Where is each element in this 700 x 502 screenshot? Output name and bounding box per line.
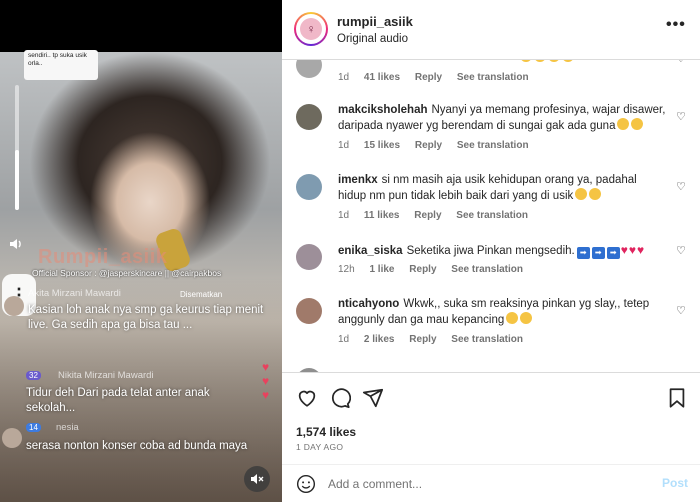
emoji-icon	[575, 188, 588, 200]
muted-speaker-icon[interactable]	[244, 466, 270, 492]
post-actions: 1,574 likes 1 DAY AGO Post	[282, 372, 700, 502]
gift-badge: 14	[26, 423, 41, 432]
reply-button[interactable]: Reply	[415, 72, 442, 83]
red-heart-emoji-icon: ♥	[636, 243, 645, 257]
gift-badge: 32	[26, 371, 41, 380]
comment-avatar[interactable]	[296, 298, 322, 324]
like-comment-heart-icon[interactable]: ♡	[676, 60, 686, 65]
avatar[interactable]: ♀	[294, 12, 328, 46]
comment-likes[interactable]: 2 likes	[364, 334, 395, 345]
comment-meta: 1d 2 likes Reply See translation	[338, 334, 535, 345]
video-caption-box: sendiri.. tp suka usik orla..	[24, 50, 98, 80]
comment-time: 1d	[338, 72, 350, 83]
emoji-picker-icon[interactable]	[296, 474, 316, 494]
comment-input[interactable]	[328, 474, 648, 494]
comment-text: imenkx si nm masih aja usik kehidupan ora…	[338, 172, 668, 204]
heart-icon[interactable]	[296, 387, 320, 411]
comments-list[interactable]: 1d 41 likes Reply See translation ♡ makc…	[282, 60, 700, 372]
red-heart-emoji-icon: ♥	[628, 243, 636, 257]
audio-label[interactable]: Original audio	[337, 33, 408, 45]
avatar-image: ♀	[300, 18, 322, 40]
comment-text: makciksholehah Nyanyi ya memang profesiny…	[338, 102, 668, 134]
like-comment-heart-icon[interactable]: ♡	[676, 110, 686, 123]
likes-count[interactable]: 1,574 likes	[296, 425, 356, 439]
arrow-emoji-icon: ➡	[576, 247, 590, 259]
video-pane[interactable]: sendiri.. tp suka usik orla.. ⋮ Rumpii_a…	[0, 0, 282, 502]
comment-likes[interactable]: 41 likes	[364, 72, 400, 83]
red-heart-emoji-icon: ♥	[620, 243, 628, 257]
comment-likes[interactable]: 11 likes	[364, 210, 400, 221]
reply-button[interactable]: Reply	[409, 334, 436, 345]
comment-avatar[interactable]	[296, 104, 322, 130]
see-translation-link[interactable]: See translation	[457, 140, 529, 151]
comment-icon[interactable]	[329, 387, 353, 411]
comment-content: Seketika jiwa Pinkan mengsedih.	[406, 245, 575, 257]
arrow-emoji-icon: ➡	[606, 247, 620, 259]
chat-avatar	[4, 296, 24, 316]
chat-message: Kasian loh anak nya smp ga keurus tiap m…	[28, 304, 264, 331]
floating-hearts: ♥ ♥ ♥	[262, 360, 270, 402]
comment-meta: 1d 11 likes Reply See translation	[338, 210, 540, 221]
volume-slider-fill[interactable]	[15, 150, 19, 210]
reply-button[interactable]: Reply	[409, 264, 436, 275]
comment-time: 1d	[338, 334, 350, 345]
comment-text: nticahyono Wkwk,, suka sm reaksinya pinka…	[338, 296, 668, 328]
comment-avatar[interactable]	[296, 174, 322, 200]
bookmark-icon[interactable]	[666, 387, 690, 411]
comment-time: 12h	[338, 264, 355, 275]
reply-button[interactable]: Reply	[415, 140, 442, 151]
see-translation-link[interactable]: See translation	[451, 264, 523, 275]
post-username[interactable]: rumpii_asiik	[337, 14, 413, 29]
emoji-icon	[506, 312, 519, 324]
pinned-label: Disematkan	[180, 290, 223, 299]
post-date: 1 DAY AGO	[296, 442, 344, 452]
comment-likes[interactable]: 1 like	[369, 264, 394, 275]
emoji-icon	[589, 188, 602, 200]
emoji-icon	[617, 118, 630, 130]
comment-time: 1d	[338, 140, 350, 151]
see-translation-link[interactable]: See translation	[457, 72, 529, 83]
comment-meta: 12h 1 like Reply See translation	[338, 264, 535, 275]
like-comment-heart-icon[interactable]: ♡	[676, 180, 686, 193]
chat-message: serasa nonton konser coba ad bunda maya	[26, 440, 248, 452]
post-panel: ♀ rumpii_asiik Original audio ••• 1d 41 …	[282, 0, 700, 502]
comment-avatar[interactable]	[296, 244, 322, 270]
post-button[interactable]: Post	[662, 476, 688, 490]
emoji-icon	[520, 312, 533, 324]
comment-meta: 1d 41 likes Reply See translation	[338, 72, 541, 83]
chat-username: nesia	[56, 422, 79, 433]
video-sponsor-text: Official Sponsor : @jasperskincare || @c…	[32, 268, 222, 278]
post-header: ♀ rumpii_asiik Original audio •••	[282, 0, 700, 60]
comment-time: 1d	[338, 210, 350, 221]
chat-message: Tidur deh Dari pada telat anter anak sek…	[26, 387, 210, 414]
more-horizontal-icon[interactable]: •••	[666, 16, 686, 34]
chat-avatar	[2, 428, 22, 448]
see-translation-link[interactable]: See translation	[451, 334, 523, 345]
chat-username: Akita Mirzani Mawardi	[28, 288, 121, 299]
chat-username: Nikita Mirzani Mawardi	[58, 370, 154, 381]
add-comment-bar: Post	[282, 464, 700, 502]
comment-username[interactable]: makciksholehah	[338, 104, 427, 116]
comment-likes[interactable]: 15 likes	[364, 140, 400, 151]
comment-username[interactable]: enika_siska	[338, 245, 403, 257]
video-watermark: Rumpii_asiik	[38, 246, 168, 268]
comment-text	[338, 60, 668, 66]
emoji-icon	[631, 118, 644, 130]
comment-username[interactable]: nticahyono	[338, 298, 399, 310]
like-comment-heart-icon[interactable]: ♡	[676, 244, 686, 257]
arrow-emoji-icon: ➡	[591, 247, 605, 259]
speaker-icon[interactable]	[8, 236, 28, 254]
share-icon[interactable]	[362, 387, 386, 411]
comment-meta: 1d 15 likes Reply See translation	[338, 140, 541, 151]
see-translation-link[interactable]: See translation	[456, 210, 528, 221]
reply-button[interactable]: Reply	[414, 210, 441, 221]
comment-username[interactable]: imenkx	[338, 174, 378, 186]
comment-avatar[interactable]	[296, 60, 322, 78]
like-comment-heart-icon[interactable]: ♡	[676, 304, 686, 317]
comment-text: enika_siska Seketika jiwa Pinkan mengsedi…	[338, 242, 668, 259]
